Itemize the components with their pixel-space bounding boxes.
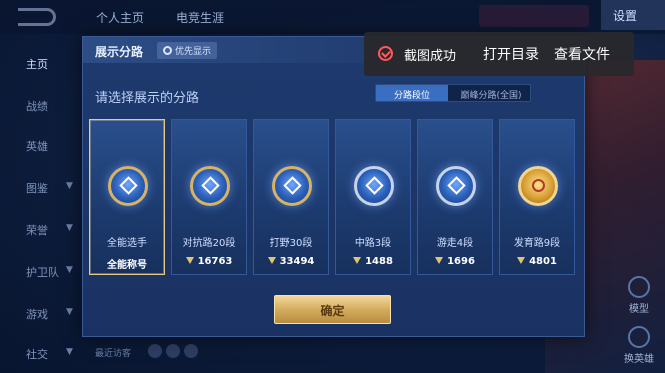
tab-esports[interactable]: 电竞生涯 bbox=[176, 9, 224, 26]
priority-display-button[interactable]: 优先显示 bbox=[157, 42, 218, 59]
lane-card-mid[interactable]: 中路3段 1488 bbox=[335, 119, 411, 275]
model-label: 模型 bbox=[629, 304, 649, 315]
lane-card-value: 1488 bbox=[365, 256, 393, 267]
swap-hero-button[interactable]: 换英雄 bbox=[624, 326, 654, 365]
priority-label: 优先显示 bbox=[175, 47, 212, 57]
lane-card-label: 发育路9段 bbox=[513, 238, 561, 249]
chevron-down-icon: ▼ bbox=[66, 307, 73, 317]
lane-card-value-row: 1488 bbox=[336, 256, 410, 267]
sidebar-item-honor[interactable]: 荣誉 bbox=[26, 222, 48, 238]
lane-card-roam[interactable]: 游走4段 1696 bbox=[417, 119, 493, 275]
toast-message: 截图成功 bbox=[404, 49, 457, 64]
lane-card-value: 全能称号 bbox=[107, 260, 147, 271]
lane-cards: 全能选手 全能称号 对抗路20段 16763 打野30段 33494 中路3段 … bbox=[89, 119, 579, 275]
sidebar-item-gallery[interactable]: 图鉴 bbox=[26, 180, 48, 196]
model-button[interactable]: 模型 bbox=[628, 276, 650, 315]
sidebar-item-guard[interactable]: 护卫队 bbox=[26, 264, 59, 280]
lane-badge bbox=[518, 166, 558, 206]
power-icon bbox=[435, 257, 444, 264]
lane-card-farm[interactable]: 发育路9段 4801 bbox=[499, 119, 575, 275]
power-icon bbox=[517, 257, 526, 264]
avatar[interactable] bbox=[166, 344, 180, 358]
mid-lane-icon bbox=[365, 176, 384, 195]
lane-badge bbox=[354, 166, 394, 206]
chevron-down-icon: ▼ bbox=[66, 265, 73, 275]
tab-lane-rank[interactable]: 分路段位 bbox=[376, 85, 448, 101]
lane-card-label: 对抗路20段 bbox=[182, 238, 236, 249]
avatar[interactable] bbox=[148, 344, 162, 358]
lane-card-value-row: 16763 bbox=[172, 256, 246, 267]
sidebar-item-home[interactable]: 主页 bbox=[26, 56, 48, 72]
visitor-avatars[interactable] bbox=[148, 343, 202, 362]
dialog-title: 展示分路 bbox=[95, 45, 144, 59]
lane-card-value-row: 4801 bbox=[500, 256, 574, 267]
sidebar-item-social[interactable]: 社交 bbox=[26, 346, 48, 362]
roam-icon bbox=[447, 176, 466, 195]
lane-badge bbox=[436, 166, 476, 206]
farm-lane-icon bbox=[532, 179, 545, 192]
gear-icon bbox=[163, 46, 172, 55]
settings-button[interactable]: 设置 bbox=[601, 0, 665, 30]
chevron-down-icon: ▼ bbox=[66, 181, 73, 191]
lane-display-dialog: 展示分路 优先显示 请选择展示的分路 分路段位 巅峰分路(全国) 全能选手 全能… bbox=[82, 36, 585, 337]
power-icon bbox=[267, 257, 276, 264]
top-bar: 个人主页 电竞生涯 设置 bbox=[0, 0, 665, 34]
lane-card-clash[interactable]: 对抗路20段 16763 bbox=[171, 119, 247, 275]
open-directory-link[interactable]: 打开目录 bbox=[483, 44, 539, 64]
tab-profile[interactable]: 个人主页 bbox=[96, 9, 144, 26]
check-circle-icon bbox=[378, 46, 393, 61]
lane-card-value: 16763 bbox=[197, 256, 233, 267]
lane-card-jungle[interactable]: 打野30段 33494 bbox=[253, 119, 329, 275]
sidebar: 主页 战绩 英雄 图鉴 ▼ 荣誉 ▼ 护卫队 ▼ 游戏 ▼ 社交 ▼ bbox=[0, 38, 73, 373]
clash-lane-icon bbox=[201, 176, 220, 195]
lane-badge bbox=[272, 166, 312, 206]
rank-type-toggle: 分路段位 巅峰分路(全国) bbox=[375, 84, 531, 102]
lane-card-value: 4801 bbox=[529, 256, 557, 267]
model-icon bbox=[628, 276, 650, 298]
lane-card-label: 打野30段 bbox=[269, 238, 313, 249]
lane-card-label: 全能选手 bbox=[107, 238, 147, 249]
sidebar-item-heroes[interactable]: 英雄 bbox=[26, 138, 48, 154]
back-icon[interactable] bbox=[18, 8, 56, 26]
lane-badge bbox=[190, 166, 230, 206]
lane-card-label: 游走4段 bbox=[436, 238, 474, 249]
chevron-down-icon: ▼ bbox=[66, 223, 73, 233]
lane-card-value-row: 33494 bbox=[254, 256, 328, 267]
chevron-down-icon: ▼ bbox=[66, 347, 73, 357]
sidebar-item-game[interactable]: 游戏 bbox=[26, 306, 48, 322]
jungle-icon bbox=[283, 176, 302, 195]
event-banner[interactable] bbox=[479, 5, 589, 27]
recent-visitors-label[interactable]: 最近访客 bbox=[95, 346, 131, 359]
power-icon bbox=[353, 257, 362, 264]
lane-card-all-round[interactable]: 全能选手 全能称号 bbox=[89, 119, 165, 275]
avatar[interactable] bbox=[184, 344, 198, 358]
dialog-prompt: 请选择展示的分路 bbox=[95, 91, 200, 106]
confirm-button[interactable]: 确定 bbox=[274, 295, 391, 324]
swap-icon bbox=[628, 326, 650, 348]
tab-peak-lane[interactable]: 巅峰分路(全国) bbox=[452, 88, 530, 101]
power-icon bbox=[185, 257, 194, 264]
lane-card-value: 1696 bbox=[447, 256, 475, 267]
lane-card-value: 33494 bbox=[279, 256, 315, 267]
lane-badge bbox=[108, 166, 148, 206]
lane-card-label: 中路3段 bbox=[354, 238, 392, 249]
view-file-link[interactable]: 查看文件 bbox=[554, 44, 610, 64]
all-round-icon bbox=[119, 176, 138, 195]
lane-card-value-row: 1696 bbox=[418, 256, 492, 267]
sidebar-item-records[interactable]: 战绩 bbox=[26, 98, 48, 114]
screenshot-toast: 截图成功 打开目录 查看文件 bbox=[364, 32, 634, 76]
swap-hero-label: 换英雄 bbox=[624, 354, 654, 365]
